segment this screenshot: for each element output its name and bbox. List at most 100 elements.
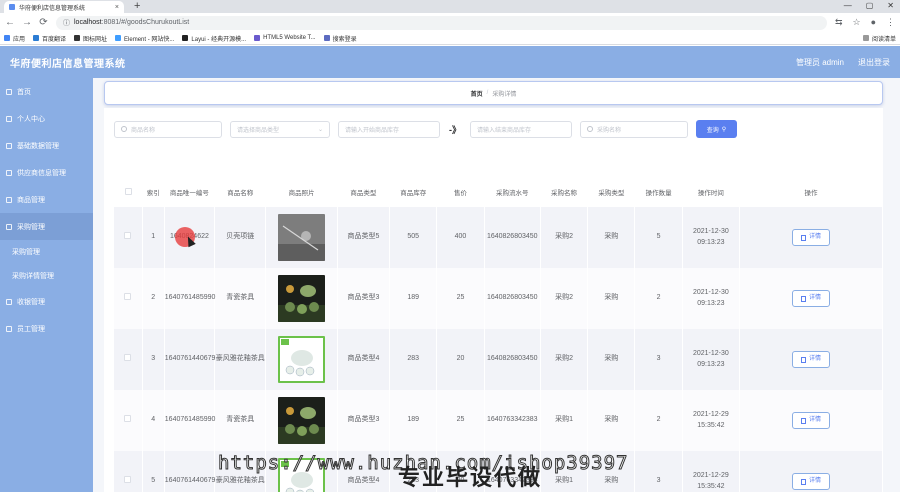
goods-type-select[interactable]: 请选择商品类型 ⌄ [230,120,330,138]
star-icon[interactable]: ☆ [852,17,860,28]
sidebar-item[interactable]: 收银管理 [0,288,93,315]
url-input[interactable]: ⓘ localhost:8081/#/goodsChurukoutList [56,15,827,30]
cell-code: 1640761485990 [164,268,215,329]
close-tab-icon[interactable]: × [115,4,119,11]
minimize-icon[interactable]: — [844,0,852,12]
document-icon [801,356,807,363]
sidebar-item-label: 收银管理 [17,298,45,306]
app-header: 华府便利店信息管理系统 管理员 admin 退出登录 [0,46,900,78]
sidebar-item[interactable]: 供应商信息管理 [0,159,93,186]
cell-stock: 283 [389,329,438,390]
time-clock: 09:13:23 [697,299,725,307]
sidebar-item-label: 基础数据管理 [17,142,59,150]
forward-icon[interactable]: → [22,17,32,28]
time-clock: 09:13:23 [697,360,725,368]
sidebar-item[interactable]: 采购详情管理 [0,264,93,288]
maximize-icon[interactable]: ▢ [866,0,874,12]
cell-time: 2021-12-29 15:35:42 [682,390,741,451]
window-controls: — ▢ ✕ [844,0,894,12]
sidebar-item-label: 个人中心 [17,115,45,123]
time-date: 2021-12-30 [692,228,729,235]
sidebar-item[interactable]: 基础数据管理 [0,132,93,159]
cell-qty: 2 [634,268,683,329]
cell-actions: 详情 [739,451,883,492]
stock-end-input[interactable]: 请输入结束商品库存 [470,120,572,138]
menu-icon[interactable]: ⋮ [886,17,895,28]
sidebar-item[interactable]: 采购管理 [0,213,93,240]
sidebar-item-label: 采购管理 [12,249,40,256]
back-icon[interactable]: ← [5,17,15,28]
goods-photo[interactable] [278,336,326,383]
reading-list-icon [862,35,869,41]
column-header: 商品类型 [337,177,390,207]
row-checkbox[interactable] [124,353,132,361]
column-header: 采购名称 [540,177,588,207]
new-tab-button[interactable]: + [134,0,140,12]
browser-tab[interactable]: 华府便利店信息管理系统 × [4,1,124,13]
translate-icon[interactable]: ⇆ [835,17,843,28]
sidebar-item[interactable]: 采购管理 [0,240,93,264]
bookmark-icon [254,35,261,41]
table-row[interactable]: 2 1640761485990 青瓷茶具 商品类型3 189 25 164082680345… [114,268,883,329]
goods-name-input[interactable]: 商品名称 [114,120,222,138]
bookmark-item[interactable]: Element - 网站快... [115,34,174,43]
sidebar-item[interactable]: 员工管理 [0,315,93,342]
bookmark-item[interactable]: HTML5 Website T... [254,35,316,41]
sidebar: 首页 个人中心 基础数据管理 供应商信息管理 商品管理 采购管理 采购管理 采购详情管理 收银管… [0,78,93,492]
bookmark-icon [182,35,189,41]
close-window-icon[interactable]: ✕ [887,0,894,12]
detail-button[interactable]: 详情 [792,473,831,490]
column-header: 采购流水号 [484,177,541,207]
cell-actions: 详情 [739,390,883,451]
cell-serial: 1640763342383 [484,390,541,451]
menu-icon [6,298,12,305]
row-checkbox[interactable] [124,475,132,483]
url-host: localhost [74,19,102,26]
row-checkbox[interactable] [124,292,132,300]
table-row[interactable]: 4 1640761485990 青瓷茶具 商品类型3 189 25 164076334238… [114,390,883,451]
stock-start-input[interactable]: 请输入开始商品库存 [338,120,440,138]
address-bar-row: ← → ⟳ ⓘ localhost:8081/#/goodsChurukoutL… [0,13,900,32]
table-row[interactable]: 3 1640761440679 豪风雅花釉茶具 商品类型4 283 20 164082680… [114,329,883,390]
menu-icon [6,115,12,122]
bookmark-item[interactable]: Layui - 经典开源模... [182,34,246,43]
cell-pname: 采购2 [540,329,589,390]
logout-link[interactable]: 退出登录 [858,57,890,68]
row-checkbox[interactable] [124,414,132,422]
bookmark-item[interactable]: 搜索登录 [323,34,357,43]
goods-photo-cell [265,207,338,268]
table-header: 索引 商品唯一编号 商品名称 商品照片 商品类型 商品库存 售价 采购流水号 采购名称 采购类型操… [114,177,883,207]
search-icon [121,126,127,132]
detail-button[interactable]: 详情 [792,351,831,368]
purchase-name-input[interactable]: 采购名称 [580,120,688,138]
reload-icon[interactable]: ⟳ [39,17,48,28]
app-title: 华府便利店信息管理系统 [10,58,126,70]
table-row[interactable]: 11640824622贝壳项链商品类型55054001640826803450采… [114,207,883,268]
time-date: 2021-12-29 [692,472,729,479]
detail-button[interactable]: 详情 [792,290,831,307]
detail-button[interactable]: 详情 [792,229,831,246]
cell-actions: 详情 [739,268,883,329]
sidebar-item[interactable]: 商品管理 [0,186,93,213]
sidebar-item[interactable]: 个人中心 [0,105,93,132]
select-all-checkbox[interactable] [124,187,132,195]
breadcrumb-home[interactable]: 首页 [471,89,483,98]
goods-photo[interactable] [278,397,326,444]
profile-icon[interactable]: ● [871,17,876,28]
detail-button[interactable]: 详情 [792,412,831,429]
column-header: 商品照片 [265,177,338,207]
time-date: 2021-12-29 [692,411,729,418]
goods-photo[interactable] [278,275,326,322]
document-icon [801,417,807,424]
bookmark-apps[interactable]: 应用 [4,34,25,43]
cell-time: 2021-12-29 15:35:42 [682,451,741,492]
search-button[interactable]: 查询 ⚲ [696,120,737,138]
goods-photo[interactable] [278,214,326,261]
row-checkbox[interactable] [124,231,132,239]
sidebar-item[interactable]: 首页 [0,78,93,105]
bookmark-item[interactable]: 图标网址 [74,34,107,43]
bookmark-item[interactable]: 百度翻译 [33,34,66,43]
bookmarks-bar: 应用 百度翻译 图标网址 Element - 网站快... Layui - 经典… [0,32,900,45]
reading-list[interactable]: 阅读清单 [862,34,896,43]
cell-ptype: 采购 [587,268,636,329]
